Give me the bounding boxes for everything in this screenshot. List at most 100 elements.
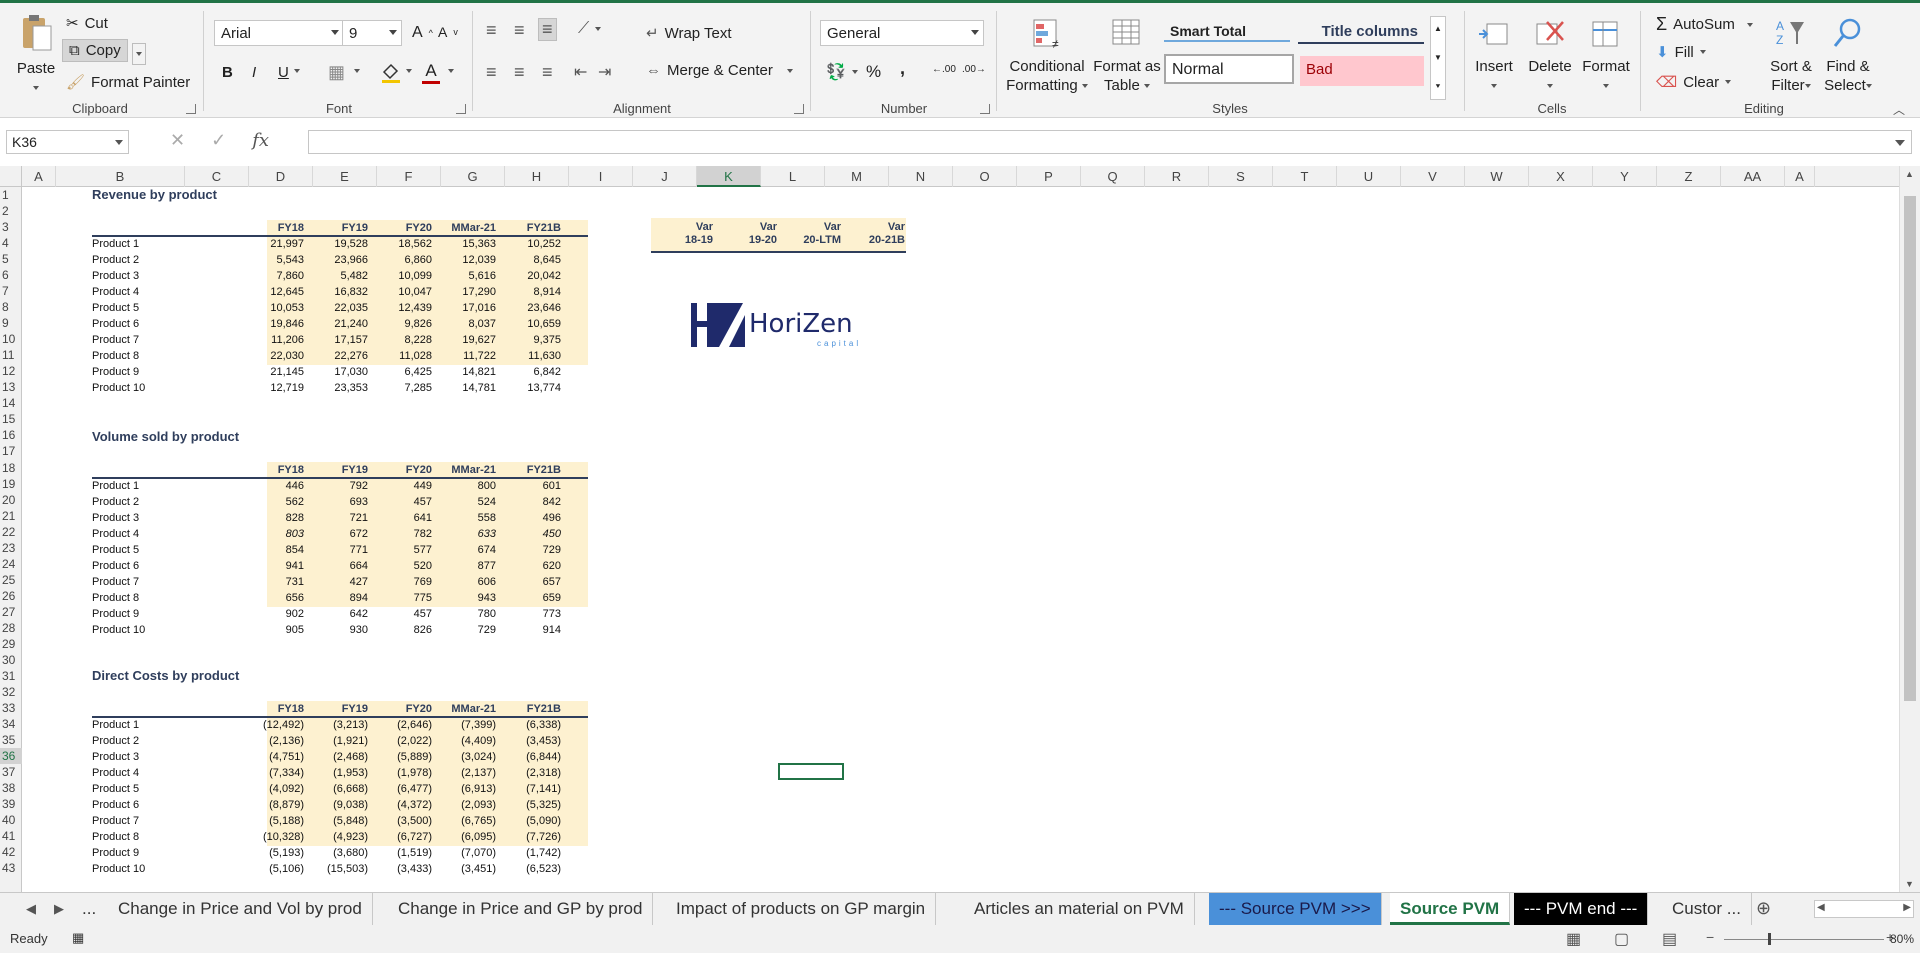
style-normal[interactable]: Normal [1164,54,1294,84]
value-cell[interactable]: 23,353 [310,382,368,394]
align-right-icon[interactable]: ≡ [542,62,553,83]
row-header-5[interactable]: 5 [0,251,22,267]
value-cell[interactable]: 5,482 [310,270,368,282]
value-cell[interactable]: (3,680) [310,847,368,859]
value-cell[interactable]: 8,228 [374,334,432,346]
row-header-40[interactable]: 40 [0,812,22,828]
conditional-formatting-button[interactable]: ≠ Conditional Formatting [1002,16,1092,95]
value-cell[interactable]: (6,913) [438,783,496,795]
value-cell[interactable]: 14,781 [438,382,496,394]
page-layout-view-icon[interactable]: ▢ [1614,929,1629,949]
product-label[interactable]: Product 5 [92,302,139,314]
column-header-m[interactable]: M [825,166,889,187]
value-cell[interactable]: 773 [503,608,561,620]
product-label[interactable]: Product 3 [92,751,139,763]
value-cell[interactable]: (10,328) [246,831,304,843]
value-cell[interactable]: 854 [246,544,304,556]
tab-scroll-left-icon[interactable]: ◀ [26,901,36,917]
value-cell[interactable]: 457 [374,496,432,508]
column-header-i[interactable]: I [569,166,633,187]
product-label[interactable]: Product 8 [92,831,139,843]
orientation-icon[interactable]: ⟋ [578,20,602,38]
row-header-7[interactable]: 7 [0,283,22,299]
zoom-out-icon[interactable]: − [1706,929,1714,945]
column-header-s[interactable]: S [1209,166,1273,187]
format-button[interactable]: Format [1578,16,1634,95]
value-cell[interactable]: 729 [503,544,561,556]
value-cell[interactable]: 12,645 [246,286,304,298]
row-header-2[interactable]: 2 [0,203,22,219]
value-cell[interactable]: (1,921) [310,735,368,747]
value-cell[interactable]: (6,338) [503,719,561,731]
row-header-8[interactable]: 8 [0,299,22,315]
value-cell[interactable]: 877 [438,560,496,572]
value-cell[interactable]: 15,363 [438,238,496,250]
selected-cell-k36[interactable] [778,763,844,780]
value-cell[interactable]: 496 [503,512,561,524]
product-label[interactable]: Product 3 [92,512,139,524]
product-label[interactable]: Product 2 [92,735,139,747]
column-header-a[interactable]: A [22,166,56,187]
accounting-format-icon[interactable]: 💱 [826,62,858,82]
value-cell[interactable]: 674 [438,544,496,556]
increase-indent-icon[interactable]: ⇥ [598,62,611,82]
sheet-tab[interactable]: Change in Price and GP by prod [388,893,654,925]
value-cell[interactable]: (9,038) [310,799,368,811]
column-header-y[interactable]: Y [1593,166,1657,187]
product-label[interactable]: Product 7 [92,576,139,588]
value-cell[interactable]: (7,141) [503,783,561,795]
format-as-table-button[interactable]: Format as Table [1092,16,1162,95]
value-cell[interactable]: 17,030 [310,366,368,378]
product-label[interactable]: Product 10 [92,624,145,636]
column-header-l[interactable]: L [761,166,825,187]
product-label[interactable]: Product 9 [92,366,139,378]
increase-decimal-icon[interactable]: ←.00 [932,64,956,75]
value-cell[interactable]: 6,842 [503,366,561,378]
row-header-29[interactable]: 29 [0,636,22,652]
underline-dropdown[interactable] [294,69,300,73]
row-header-26[interactable]: 26 [0,588,22,604]
value-cell[interactable]: (3,500) [374,815,432,827]
product-label[interactable]: Product 5 [92,544,139,556]
value-cell[interactable]: 657 [503,576,561,588]
zoom-level[interactable]: 80% [1890,932,1914,946]
value-cell[interactable]: (4,751) [246,751,304,763]
value-cell[interactable]: 17,157 [310,334,368,346]
value-cell[interactable]: 842 [503,496,561,508]
italic-button[interactable]: I [252,64,256,81]
row-header-21[interactable]: 21 [0,508,22,524]
value-cell[interactable]: (5,193) [246,847,304,859]
style-bad[interactable]: Bad [1300,56,1424,86]
align-top-icon[interactable]: ≡ [486,20,497,41]
align-left-icon[interactable]: ≡ [486,62,497,83]
value-cell[interactable]: (3,433) [374,863,432,875]
product-label[interactable]: Product 4 [92,528,139,540]
cut-button[interactable]: ✂ Cut [66,14,108,33]
delete-button[interactable]: Delete [1524,16,1576,95]
column-header-aa[interactable]: AA [1721,166,1785,187]
product-label[interactable]: Product 1 [92,480,139,492]
value-cell[interactable]: 8,037 [438,318,496,330]
value-cell[interactable]: 641 [374,512,432,524]
zoom-slider-thumb[interactable] [1768,933,1771,945]
value-cell[interactable]: 721 [310,512,368,524]
row-header-41[interactable]: 41 [0,828,22,844]
value-cell[interactable]: (2,136) [246,735,304,747]
row-header-10[interactable]: 10 [0,331,22,347]
value-cell[interactable]: 577 [374,544,432,556]
sheet-tab[interactable]: Impact of products on GP margin [666,893,937,925]
column-header-c[interactable]: C [185,166,249,187]
value-cell[interactable]: 941 [246,560,304,572]
value-cell[interactable]: (8,879) [246,799,304,811]
column-header-x[interactable]: X [1529,166,1593,187]
row-header-17[interactable]: 17 [0,443,22,459]
value-cell[interactable]: (1,519) [374,847,432,859]
clipboard-launcher-icon[interactable] [186,104,196,114]
column-header-d[interactable]: D [249,166,313,187]
sheet-tab[interactable]: Change in Price and Vol by prod [108,893,373,925]
value-cell[interactable]: (4,923) [310,831,368,843]
value-cell[interactable]: 633 [438,528,496,540]
value-cell[interactable]: 771 [310,544,368,556]
style-title-columns[interactable]: Title columns [1298,18,1424,44]
value-cell[interactable]: 6,860 [374,254,432,266]
